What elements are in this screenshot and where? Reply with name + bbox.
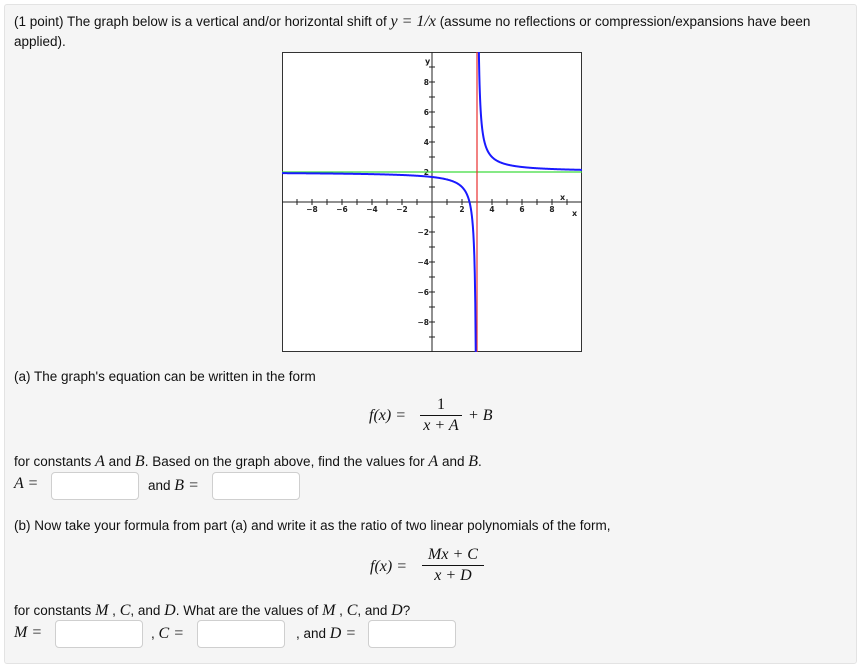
y-axis-label: y [425, 57, 431, 66]
text-fragment: for constants [14, 454, 92, 469]
text-fragment: , and [296, 626, 327, 641]
label-d: , and D = [296, 625, 356, 643]
x-axis-label: x [572, 209, 578, 218]
answer-a-input[interactable] [51, 472, 139, 500]
function-graph: −8−6−4−224688642−2−4−6−8 x x y [282, 52, 582, 352]
part-a-formula-tail: + B [468, 407, 493, 424]
fraction-b-numerator: Mx + C [428, 546, 478, 563]
x-tick-label: 2 [459, 205, 464, 214]
text-fragment: , and [130, 603, 161, 618]
part-a-constants-text: for constants A and B. Based on the grap… [14, 453, 482, 471]
var-d: D [391, 602, 403, 619]
label-c-var: C = [158, 625, 184, 642]
var-m: M [95, 602, 109, 619]
part-a-fraction: 1 x + A [420, 396, 462, 435]
text-fragment: . What are the values of [175, 603, 319, 618]
text-fragment: . Based on the graph above, find the val… [144, 454, 425, 469]
intro-prefix: (1 point) The graph below is a vertical … [14, 14, 387, 29]
label-c: , C = [151, 625, 184, 643]
var-a: A [95, 453, 105, 470]
answer-b-input[interactable] [212, 472, 300, 500]
text-fragment: and [108, 454, 132, 469]
x-tick-label: 4 [489, 205, 494, 214]
x-tick-label: 8 [549, 205, 554, 214]
text-fragment: , and [357, 603, 388, 618]
label-m: M = [14, 624, 43, 641]
part-a-prompt: (a) The graph's equation can be written … [14, 369, 316, 384]
intro-suffix: (assume no reflections or compression/ex… [439, 14, 811, 29]
y-tick-label: 6 [424, 108, 429, 117]
fraction-a-bar [420, 415, 462, 416]
answer-d-input[interactable] [368, 620, 456, 648]
text-fragment: , [112, 603, 116, 618]
x-tick-label: 6 [519, 205, 524, 214]
fraction-a-numerator: 1 [437, 396, 445, 413]
text-fragment: ? [402, 603, 411, 618]
formula-a-lhs: f(x) = [369, 407, 406, 424]
part-b-prompt: (b) Now take your formula from part (a) … [14, 518, 611, 533]
var-c: C [346, 602, 358, 619]
var-b: B [134, 453, 145, 470]
problem-intro: (1 point) The graph below is a vertical … [14, 13, 810, 31]
fraction-b-bar [422, 565, 484, 566]
x-tick-label: −6 [336, 205, 348, 214]
label-d-var: D = [329, 625, 357, 642]
x-axis-label-near: x [560, 193, 566, 202]
x-tick-label: −4 [366, 205, 378, 214]
answer-m-input[interactable] [55, 620, 143, 648]
text-fragment: , [339, 603, 343, 618]
part-b-fraction: Mx + C x + D [422, 546, 484, 585]
var-d: D [164, 602, 176, 619]
text-fragment: , [151, 626, 155, 641]
x-tick-label: −8 [306, 205, 318, 214]
y-tick-label: 4 [424, 138, 429, 147]
fraction-b-denominator: x + D [434, 567, 472, 584]
var-m: M [322, 602, 336, 619]
text-fragment: and [441, 454, 465, 469]
y-tick-label: −2 [417, 228, 429, 237]
y-tick-label: −6 [417, 288, 429, 297]
y-tick-label: −4 [417, 258, 429, 267]
part-b-formula-lhs: f(x) = [370, 558, 407, 575]
fraction-a-denominator: x + A [423, 417, 459, 434]
answer-c-input[interactable] [197, 620, 285, 648]
text-fragment: for constants [14, 603, 92, 618]
y-tick-label: 8 [424, 78, 429, 87]
y-tick-label: −8 [417, 318, 429, 327]
part-b-constants-text: for constants M , C, and D. What are the… [14, 602, 410, 620]
part-a-formula-lhs: f(x) = [369, 407, 406, 425]
label-b-var: B = [174, 477, 199, 494]
label-a: A = [14, 475, 39, 492]
problem-intro-line2: applied). [14, 34, 66, 49]
text-fragment: and [148, 478, 171, 493]
label-b: and B = [148, 477, 199, 495]
var-a: A [428, 453, 439, 470]
var-b: B [468, 453, 479, 470]
intro-math: y = 1/x [390, 13, 436, 30]
var-c: C [119, 602, 131, 619]
text-fragment: . [478, 454, 482, 469]
x-tick-label: −2 [396, 205, 408, 214]
